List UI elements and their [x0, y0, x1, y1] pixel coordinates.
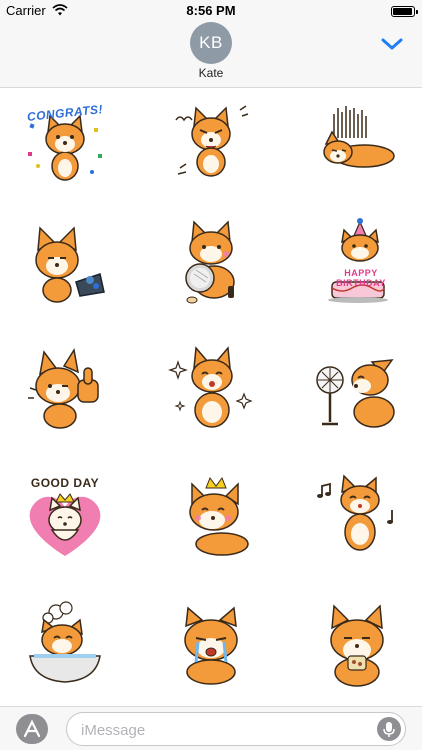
- sticker-corgi-sparkle[interactable]: [166, 344, 256, 434]
- microphone-button[interactable]: [377, 717, 401, 741]
- microphone-icon: [383, 722, 395, 737]
- sticker-corgi-good-day[interactable]: GOOD DAY: [20, 472, 110, 562]
- app-store-button[interactable]: [16, 714, 48, 744]
- sticker-grid: CONGRATS! HAPPY BIRTHDAY GOOD DAY: [0, 88, 422, 706]
- sticker-corgi-thumbs-up[interactable]: [20, 344, 110, 434]
- status-bar: Carrier 8:56 PM: [0, 0, 422, 22]
- sticker-corgi-eating[interactable]: [312, 600, 402, 690]
- sticker-corgi-mirror[interactable]: [166, 216, 256, 306]
- sticker-corgi-music[interactable]: [312, 472, 402, 562]
- sticker-corgi-angry[interactable]: [166, 94, 256, 184]
- status-time: 8:56 PM: [186, 3, 236, 18]
- message-input-bar: iMessage: [0, 706, 422, 750]
- sticker-corgi-bath[interactable]: [20, 600, 110, 690]
- sticker-corgi-depressed[interactable]: [312, 94, 402, 184]
- message-placeholder: iMessage: [81, 722, 146, 739]
- contact-name[interactable]: Kate: [0, 66, 422, 80]
- sticker-corgi-fan[interactable]: [312, 344, 402, 434]
- sticker-caption: HAPPY BIRTHDAY: [336, 268, 386, 288]
- message-input[interactable]: iMessage: [66, 712, 406, 746]
- avatar[interactable]: KB: [190, 22, 232, 64]
- app-store-icon: [23, 719, 41, 738]
- sticker-corgi-trash[interactable]: [20, 216, 110, 306]
- collapse-button[interactable]: [380, 36, 404, 52]
- battery-icon: [391, 6, 418, 17]
- conversation-header: KB Kate: [0, 22, 422, 88]
- sticker-corgi-crying[interactable]: [166, 600, 256, 690]
- sticker-corgi-crown[interactable]: [166, 472, 256, 562]
- sticker-caption: GOOD DAY: [30, 476, 100, 490]
- chevron-down-icon: [381, 38, 403, 50]
- sticker-corgi-birthday[interactable]: HAPPY BIRTHDAY: [312, 216, 402, 306]
- messages-sticker-screen: Carrier 8:56 PM KB Kate CONGRATS! HAPPY …: [0, 0, 422, 750]
- battery-level-fill: [393, 8, 412, 15]
- sticker-corgi-congrats[interactable]: CONGRATS!: [20, 94, 110, 184]
